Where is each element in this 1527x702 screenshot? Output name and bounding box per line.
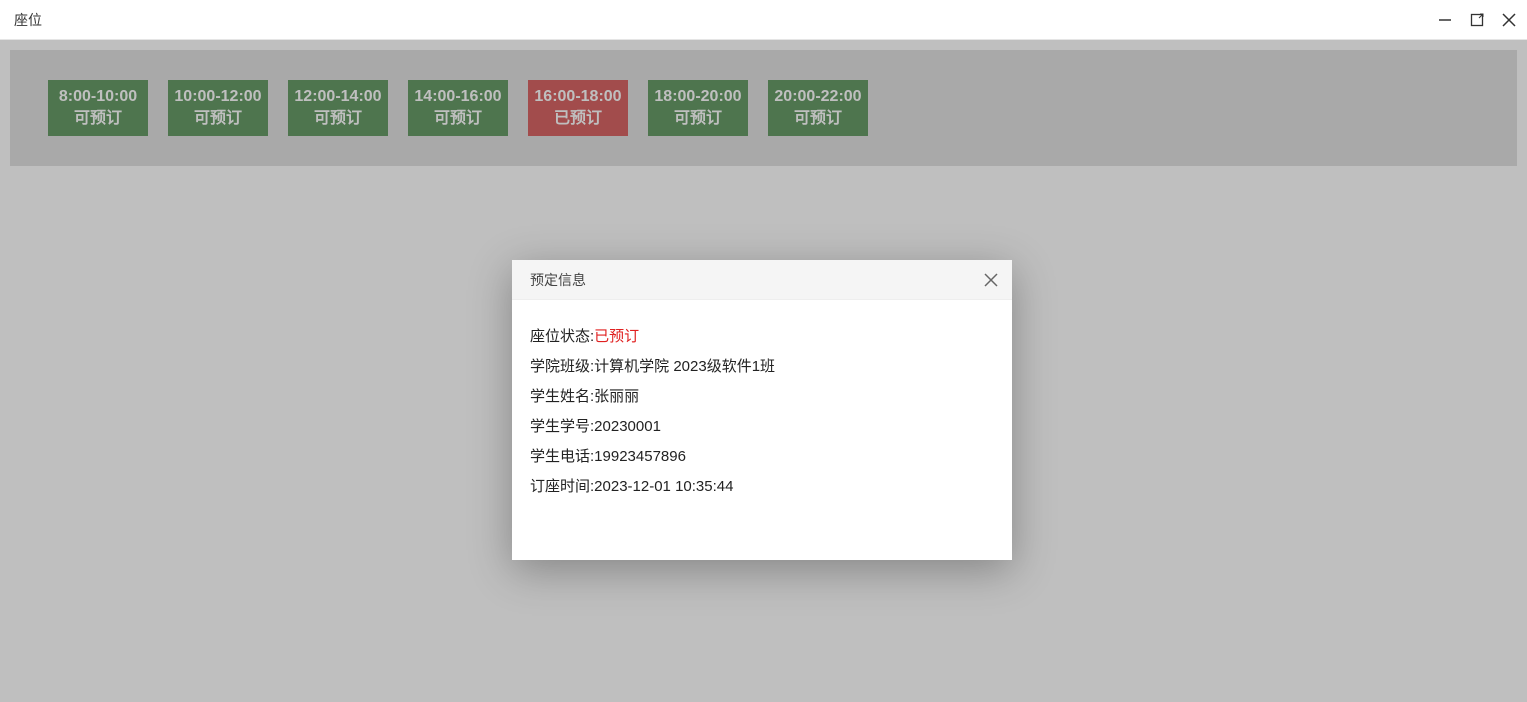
- class-label: 学院班级:: [530, 358, 594, 375]
- seat-status-label: 座位状态:: [530, 328, 594, 345]
- booking-time-label: 订座时间:: [530, 478, 594, 495]
- reservation-dialog: 预定信息 座位状态:已预订 学院班级:计算机学院 2023级软件1班 学生姓名:…: [512, 260, 1012, 560]
- student-name-value: 张丽丽: [594, 388, 639, 405]
- student-id-label: 学生学号:: [530, 418, 594, 435]
- dialog-header: 预定信息: [512, 260, 1012, 300]
- student-phone-row: 学生电话:19923457896: [530, 442, 994, 472]
- seat-status-value: 已预订: [594, 328, 639, 345]
- student-name-label: 学生姓名:: [530, 388, 594, 405]
- seat-status-row: 座位状态:已预订: [530, 322, 994, 352]
- main-content: 8:00-10:00 可预订 10:00-12:00 可预订 12:00-14:…: [0, 40, 1527, 702]
- class-row: 学院班级:计算机学院 2023级软件1班: [530, 352, 994, 382]
- window-title: 座位: [14, 10, 42, 30]
- booking-time-value: 2023-12-01 10:35:44: [594, 478, 733, 495]
- dialog-body: 座位状态:已预订 学院班级:计算机学院 2023级软件1班 学生姓名:张丽丽 学…: [512, 300, 1012, 524]
- dialog-close-button[interactable]: [982, 271, 1000, 289]
- student-id-value: 20230001: [594, 418, 661, 435]
- titlebar: 座位: [0, 0, 1527, 40]
- student-id-row: 学生学号:20230001: [530, 412, 994, 442]
- minimize-icon[interactable]: [1437, 12, 1453, 28]
- booking-time-row: 订座时间:2023-12-01 10:35:44: [530, 472, 994, 502]
- window-controls: [1437, 12, 1517, 28]
- student-phone-value: 19923457896: [594, 448, 686, 465]
- maximize-icon[interactable]: [1469, 12, 1485, 28]
- student-phone-label: 学生电话:: [530, 448, 594, 465]
- dialog-title: 预定信息: [530, 270, 586, 290]
- student-name-row: 学生姓名:张丽丽: [530, 382, 994, 412]
- class-value: 计算机学院 2023级软件1班: [594, 358, 775, 375]
- close-icon[interactable]: [1501, 12, 1517, 28]
